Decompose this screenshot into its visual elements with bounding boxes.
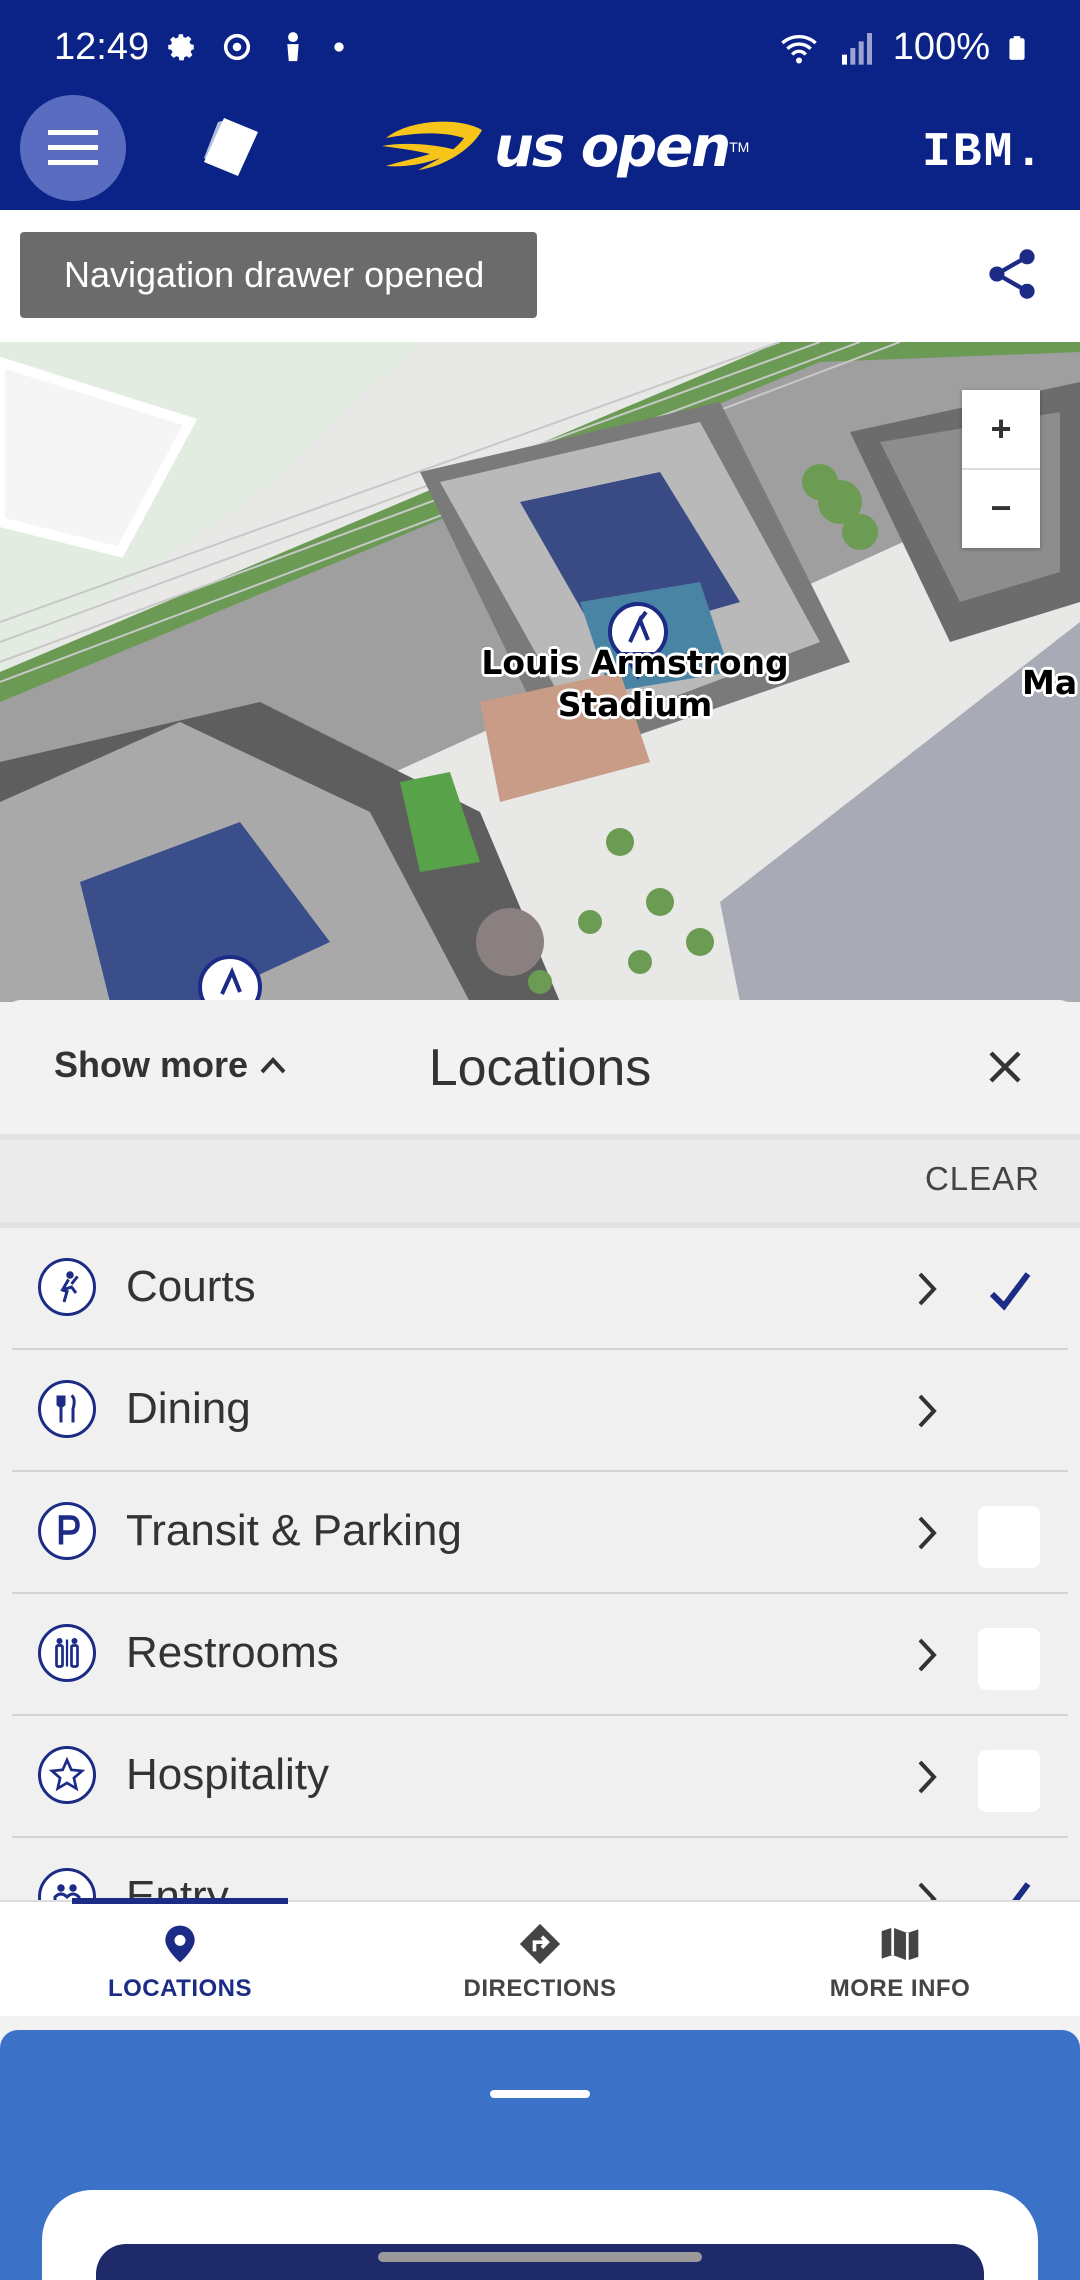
- location-row-restrooms[interactable]: Restrooms: [12, 1594, 1068, 1716]
- active-tab-indicator: [72, 1898, 288, 1904]
- location-row-hospitality[interactable]: Hospitality: [12, 1716, 1068, 1838]
- tab-label: MORE INFO: [829, 1975, 971, 2002]
- sync-icon: [223, 33, 251, 61]
- chevron-right-icon[interactable]: [912, 1268, 942, 1310]
- locations-sheet: Show more Locations CLEAR Courts Dining: [0, 1000, 1080, 1900]
- ticket-icon[interactable]: [196, 114, 266, 180]
- fork-knife-icon: [38, 1380, 96, 1438]
- sheet-title: Locations: [428, 1039, 652, 1097]
- lower-panel-area: [0, 2016, 1080, 2280]
- tennis-player-icon: [38, 1258, 96, 1316]
- clear-row: CLEAR: [0, 1140, 1080, 1222]
- map-label-edge: Ma: [1022, 663, 1078, 702]
- location-label: Dining: [126, 1384, 251, 1433]
- locations-list: Courts Dining Transit & Parking Restroom…: [0, 1228, 1080, 1900]
- drag-handle[interactable]: [490, 2090, 590, 2098]
- location-label: Restrooms: [126, 1628, 339, 1677]
- checkbox-checked[interactable]: [978, 1262, 1040, 1324]
- tab-label: LOCATIONS: [107, 1975, 253, 2002]
- wifi-icon: [781, 34, 817, 63]
- court-marker-arthur-ashe[interactable]: [198, 955, 262, 1002]
- map-label-louis-armstrong: Louis Armstrong Stadium: [470, 642, 800, 726]
- close-icon[interactable]: [984, 1046, 1026, 1088]
- map-icon: [881, 1927, 919, 1961]
- logo-text: us open: [494, 114, 731, 180]
- chevron-right-icon[interactable]: [912, 1390, 942, 1432]
- notification-person-icon: [287, 32, 299, 62]
- map-label-line1: Louis Armstrong: [481, 643, 789, 682]
- us-open-logo: us open TM: [378, 114, 749, 180]
- chevron-right-icon[interactable]: [912, 1512, 942, 1554]
- tab-directions[interactable]: DIRECTIONS: [360, 1902, 720, 2018]
- signal-icon: [841, 32, 872, 65]
- map-label-line2: Stadium: [557, 685, 713, 724]
- location-label: Transit & Parking: [126, 1506, 462, 1555]
- bottom-tab-bar: LOCATIONS DIRECTIONS MORE INFO: [0, 1898, 1080, 2018]
- location-row-entry[interactable]: Entry: [12, 1838, 1068, 1900]
- parking-icon: [38, 1502, 96, 1560]
- location-label: Hospitality: [126, 1750, 329, 1799]
- location-pin-icon: [165, 1925, 195, 1963]
- location-row-dining[interactable]: Dining: [12, 1350, 1068, 1472]
- map-view[interactable]: Louis Armstrong Stadium Ma + −: [0, 342, 1080, 1002]
- status-bar: 12:49 100%: [0, 0, 1080, 100]
- location-row-transit-parking[interactable]: Transit & Parking: [12, 1472, 1068, 1594]
- home-indicator[interactable]: [378, 2252, 702, 2262]
- checkbox-checked[interactable]: [978, 1872, 1040, 1900]
- settings-icon: [168, 34, 195, 61]
- zoom-out-button[interactable]: −: [962, 468, 1040, 546]
- tab-label: DIRECTIONS: [463, 1975, 617, 2002]
- checkbox-unchecked[interactable]: [978, 1506, 1040, 1568]
- clear-button[interactable]: CLEAR: [925, 1160, 1040, 1198]
- toast-message: Navigation drawer opened: [20, 232, 537, 318]
- checkbox-unchecked[interactable]: [978, 1628, 1040, 1690]
- battery-icon: [1009, 35, 1025, 60]
- chevron-right-icon[interactable]: [912, 1878, 942, 1900]
- share-icon[interactable]: [986, 246, 1038, 302]
- star-icon: [38, 1746, 96, 1804]
- panel-button[interactable]: [96, 2244, 984, 2280]
- ibm-logo: IBM.: [922, 126, 1043, 180]
- dot-icon: [334, 42, 344, 52]
- location-row-courts[interactable]: Courts: [12, 1228, 1068, 1350]
- tab-more-info[interactable]: MORE INFO: [720, 1902, 1080, 2018]
- restroom-icon: [38, 1624, 96, 1682]
- zoom-controls: + −: [962, 390, 1040, 548]
- directions-panel[interactable]: [0, 2030, 1080, 2280]
- directions-icon: [519, 1923, 561, 1965]
- location-label: Entry: [126, 1872, 229, 1900]
- location-label: Courts: [126, 1262, 256, 1311]
- chevron-right-icon[interactable]: [912, 1634, 942, 1676]
- app-header: us open TM IBM.: [0, 90, 1080, 210]
- ibm-text: IBM.: [922, 126, 1046, 180]
- menu-button[interactable]: [20, 95, 126, 201]
- logo-trademark: TM: [729, 139, 750, 155]
- zoom-in-button[interactable]: +: [962, 390, 1040, 468]
- status-time: 12:49: [54, 26, 150, 68]
- sheet-header: Show more Locations: [0, 1000, 1080, 1134]
- chevron-right-icon[interactable]: [912, 1756, 942, 1798]
- hamburger-icon: [48, 130, 98, 165]
- people-entry-icon: [38, 1868, 96, 1900]
- search-bar-row: Navigation drawer opened: [0, 210, 1080, 342]
- checkbox-unchecked[interactable]: [978, 1750, 1040, 1812]
- tab-locations[interactable]: LOCATIONS: [0, 1898, 360, 2018]
- battery-percent: 100%: [892, 26, 990, 68]
- tennis-ball-swoosh-icon: [382, 121, 482, 170]
